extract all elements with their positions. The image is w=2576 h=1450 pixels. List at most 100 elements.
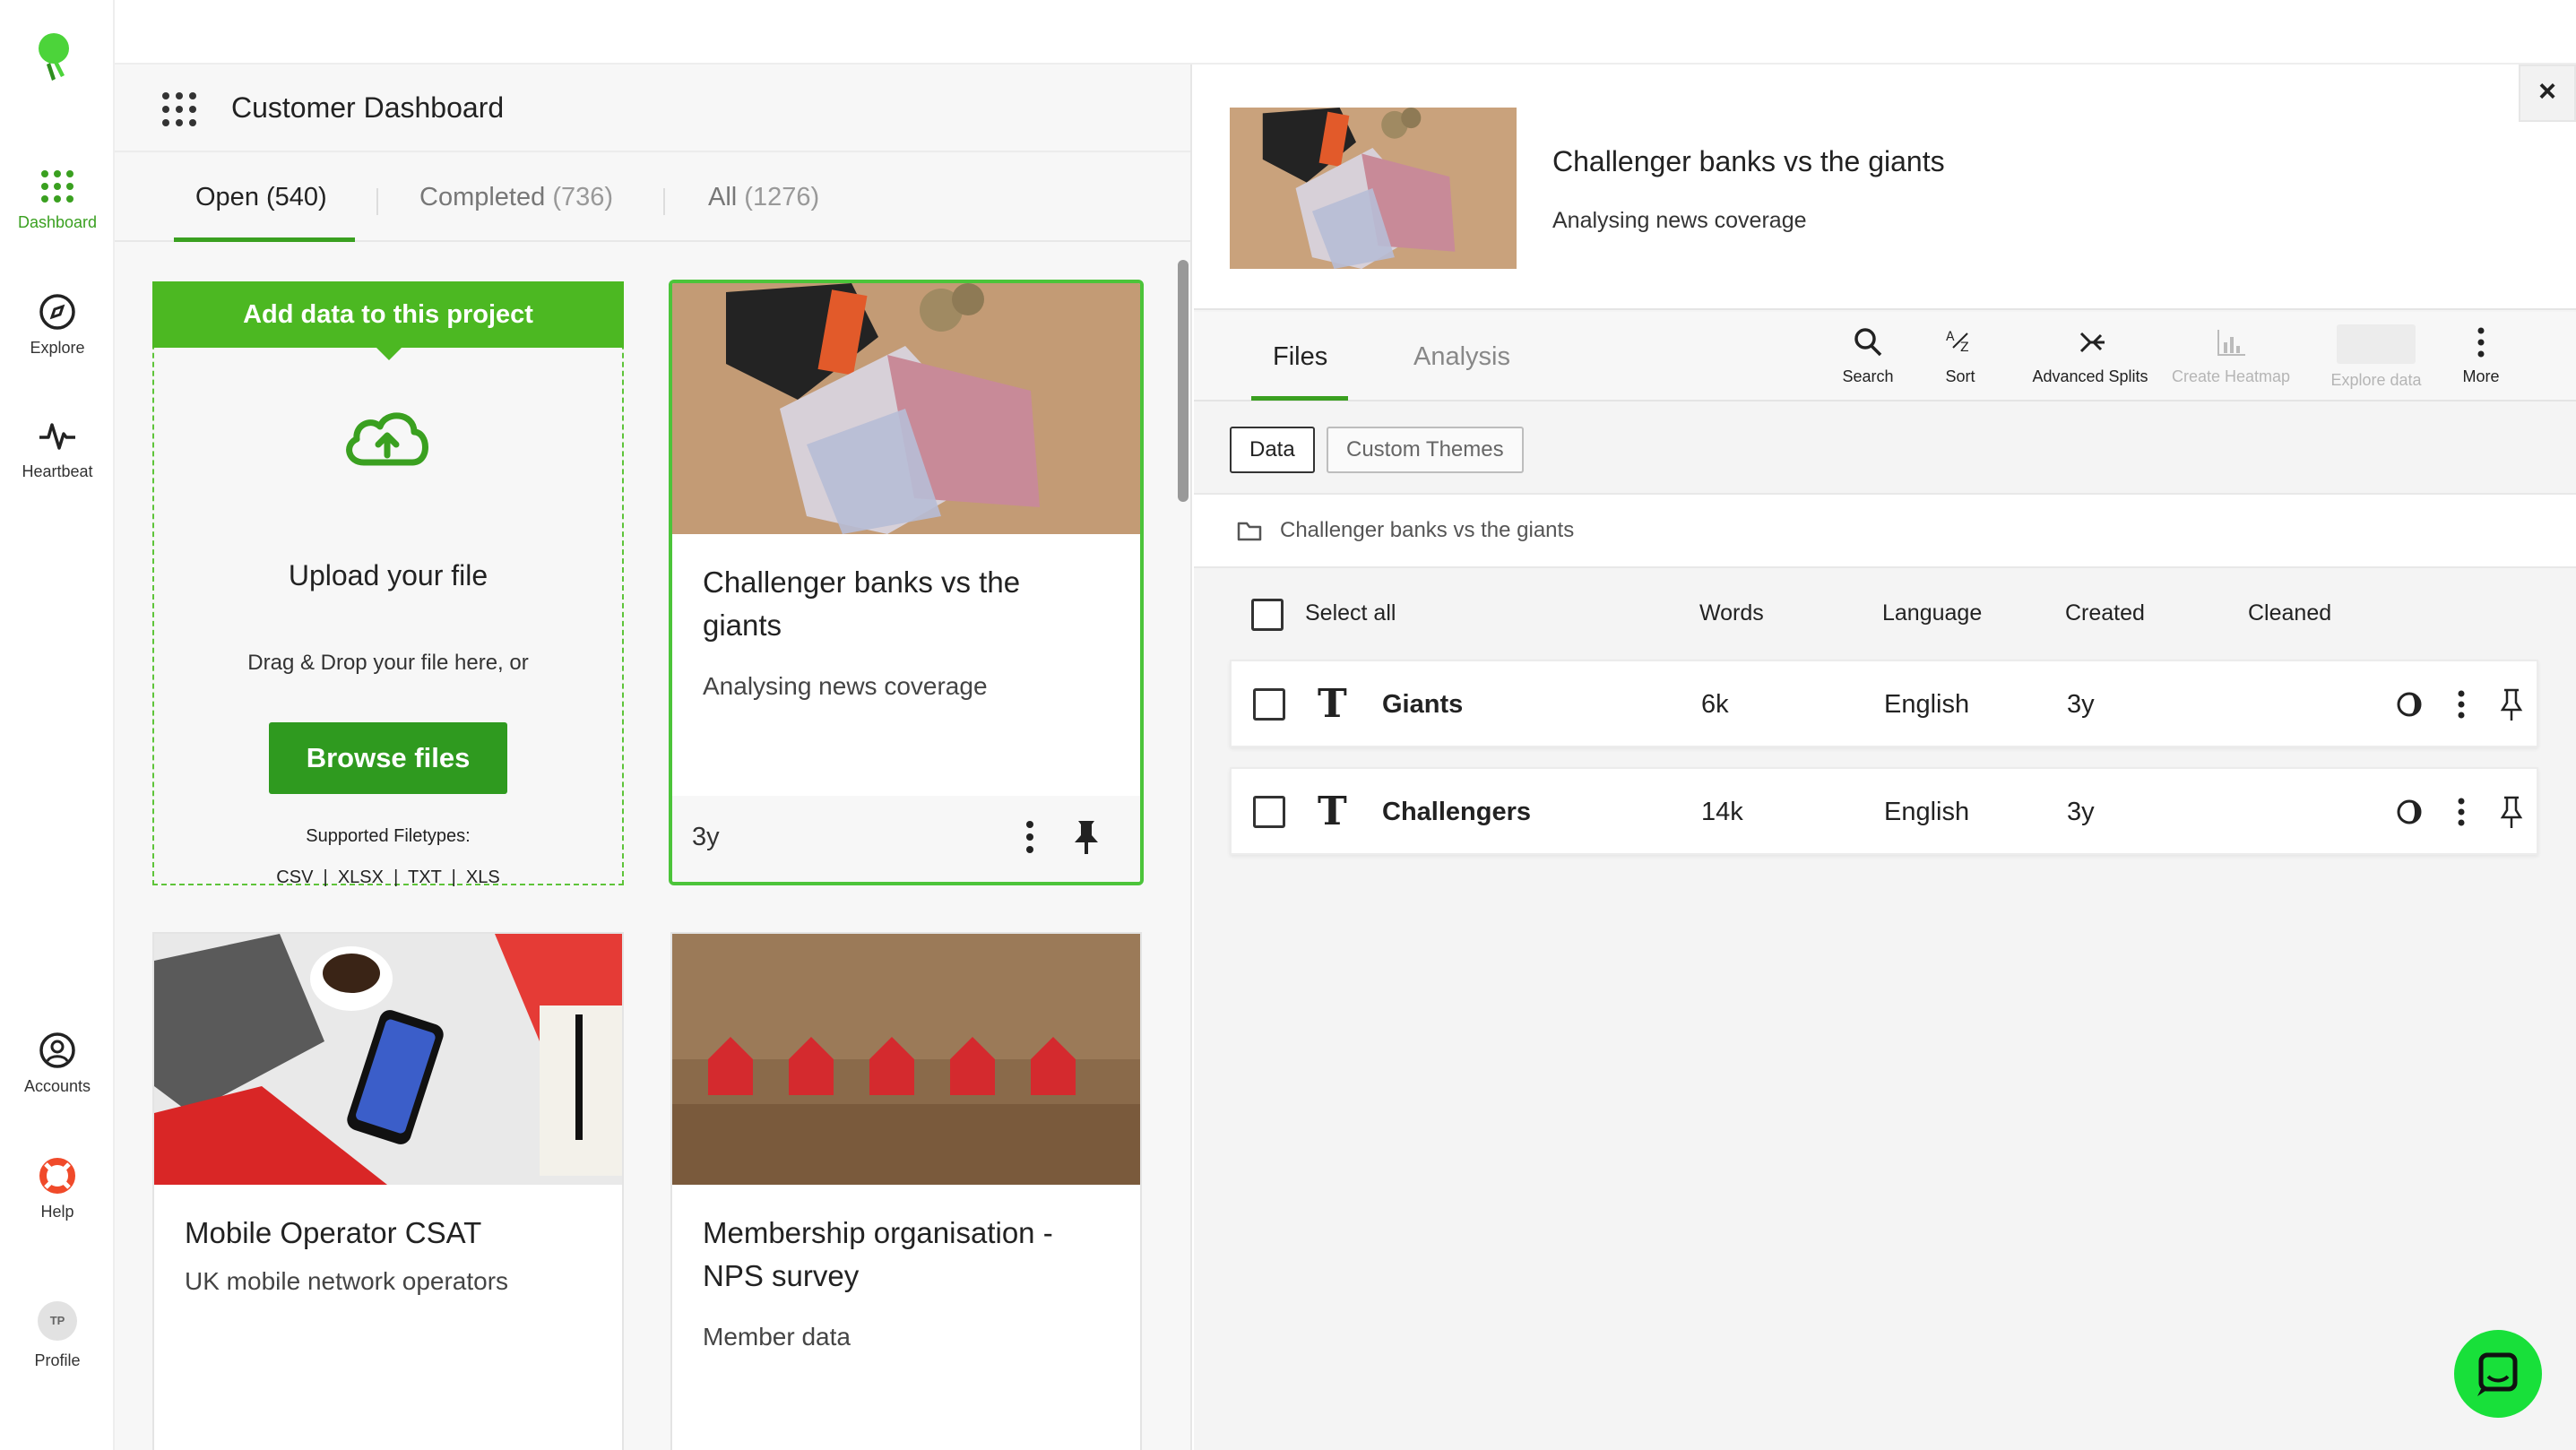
apps-grid-icon[interactable] xyxy=(160,90,199,129)
select-all-checkbox[interactable] xyxy=(1251,599,1284,631)
explore-data-tool[interactable]: Explore data xyxy=(2318,324,2434,390)
nav-accounts[interactable]: Accounts xyxy=(0,1031,115,1096)
card-image-houses xyxy=(672,934,1140,1185)
tab-divider xyxy=(376,188,378,215)
tab-analysis[interactable]: Analysis xyxy=(1413,342,1510,372)
project-card[interactable]: Mobile Operator CSAT UK mobile network o… xyxy=(152,932,624,1450)
card-title: Membership organisation - NPS survey xyxy=(703,1212,1053,1298)
browse-files-button[interactable]: Browse files xyxy=(269,722,507,794)
card-title: Challenger banks vs the giants xyxy=(703,561,1020,647)
explore-data-label: Explore data xyxy=(2330,371,2422,389)
phone-photo xyxy=(154,934,622,1185)
pin-icon[interactable] xyxy=(1070,819,1102,855)
column-created[interactable]: Created xyxy=(2065,600,2145,626)
card-title-line: Mobile Operator CSAT xyxy=(185,1216,482,1249)
more-tool-label: More xyxy=(2462,367,2500,385)
more-tool[interactable]: More xyxy=(2454,324,2508,386)
project-detail-panel: Challenger banks vs the giants Analysing… xyxy=(1194,65,2576,1450)
column-cleaned[interactable]: Cleaned xyxy=(2248,600,2331,626)
card-age: 3y xyxy=(692,823,720,851)
scrollbar[interactable] xyxy=(1178,260,1189,502)
row-checkbox[interactable] xyxy=(1253,796,1285,828)
row-name[interactable]: Giants xyxy=(1382,690,1463,720)
detail-toolbar: Files Analysis Search A Z Sort Advanced … xyxy=(1194,312,2576,401)
upload-header: Add data to this project xyxy=(152,281,624,360)
search-icon xyxy=(1854,328,1882,357)
user-circle-icon xyxy=(39,1032,75,1068)
nav-explore-label: Explore xyxy=(30,339,85,357)
text-file-icon: T xyxy=(1318,789,1347,834)
column-select-all[interactable]: Select all xyxy=(1305,600,1396,626)
advanced-splits-tool[interactable]: Advanced Splits xyxy=(2018,324,2162,386)
row-language: English xyxy=(1884,798,1970,826)
close-button[interactable]: × xyxy=(2519,65,2576,122)
left-nav: Dashboard Explore Heartbeat Accounts Hel… xyxy=(0,0,115,1450)
compass-icon xyxy=(39,294,75,330)
row-name[interactable]: Challengers xyxy=(1382,798,1531,827)
table-row[interactable]: T Challengers 14k English 3y xyxy=(1230,767,2538,855)
cleaned-status-icon[interactable] xyxy=(2393,686,2425,722)
card-subtitle: Member data xyxy=(703,1323,851,1351)
breadcrumb: Challenger banks vs the giants xyxy=(1194,493,2576,568)
nav-profile-label: Profile xyxy=(34,1351,81,1369)
logo-icon[interactable] xyxy=(34,30,73,82)
upload-dropzone[interactable]: Add data to this project Upload your fil… xyxy=(152,281,624,887)
nav-profile[interactable]: TP Profile xyxy=(0,1301,115,1370)
svg-text:A: A xyxy=(1946,330,1955,344)
split-icon xyxy=(2079,332,2105,353)
pin-icon[interactable] xyxy=(2495,794,2528,830)
nav-explore[interactable]: Explore xyxy=(0,292,115,358)
tab-open-label: Open xyxy=(195,183,259,211)
tab-all-count: (1276) xyxy=(744,183,820,211)
nav-accounts-label: Accounts xyxy=(23,1077,91,1095)
kebab-menu-icon[interactable] xyxy=(2445,794,2477,830)
tab-completed-label: Completed xyxy=(419,183,546,211)
tab-files[interactable]: Files xyxy=(1273,342,1327,372)
row-created: 3y xyxy=(2067,690,2095,719)
breadcrumb-text[interactable]: Challenger banks vs the giants xyxy=(1280,518,1574,543)
pin-icon[interactable] xyxy=(2495,686,2528,722)
column-words[interactable]: Words xyxy=(1699,600,1764,626)
create-heatmap-tool[interactable]: Create Heatmap xyxy=(2164,324,2298,386)
row-checkbox[interactable] xyxy=(1253,688,1285,721)
row-words: 6k xyxy=(1701,690,1729,719)
folder-icon xyxy=(1237,522,1262,541)
filetypes-list: CSV | XLSX | TXT | XLS xyxy=(276,867,500,887)
detail-subtitle: Analysing news coverage xyxy=(1552,208,1807,233)
money-photo xyxy=(1230,108,1517,269)
tab-completed[interactable]: Completed (736) xyxy=(419,183,613,212)
svg-text:Z: Z xyxy=(1960,341,1969,355)
nav-heartbeat[interactable]: Heartbeat xyxy=(0,416,115,481)
tab-open[interactable]: Open (540) xyxy=(195,183,327,212)
project-header: Customer Dashboard xyxy=(115,65,1190,152)
sort-tool[interactable]: A Z Sort xyxy=(1929,324,1992,386)
nav-dashboard-label: Dashboard xyxy=(17,213,98,231)
kebab-menu-icon[interactable] xyxy=(2445,686,2477,722)
project-card[interactable]: Membership organisation - NPS survey Mem… xyxy=(670,932,1142,1450)
kebab-menu-icon[interactable] xyxy=(1016,817,1043,857)
cleaned-status-icon[interactable] xyxy=(2393,794,2425,830)
tab-all[interactable]: All (1276) xyxy=(708,183,819,212)
avatar-initials: TP xyxy=(49,1314,65,1327)
money-photo xyxy=(672,283,1140,534)
nav-help-label: Help xyxy=(40,1203,74,1221)
detail-header: Challenger banks vs the giants Analysing… xyxy=(1194,65,2576,310)
page-title: Customer Dashboard xyxy=(231,91,505,124)
table-row[interactable]: T Giants 6k English 3y xyxy=(1230,660,2538,747)
nav-dashboard[interactable]: Dashboard xyxy=(0,167,115,232)
chat-launcher-button[interactable] xyxy=(2454,1330,2542,1418)
project-card-selected[interactable]: Challenger banks vs the giants Analysing… xyxy=(669,280,1144,885)
detail-thumbnail xyxy=(1230,108,1517,269)
segment-data[interactable]: Data xyxy=(1230,427,1315,473)
card-title-line: NPS survey xyxy=(703,1259,860,1292)
heatmap-icon xyxy=(2217,330,2245,356)
tab-completed-count: (736) xyxy=(552,183,614,211)
text-file-icon: T xyxy=(1318,681,1347,727)
top-bar xyxy=(115,0,2576,65)
search-tool[interactable]: Search xyxy=(1832,324,1904,386)
segment-custom-themes[interactable]: Custom Themes xyxy=(1327,427,1524,473)
nav-help[interactable]: Help xyxy=(0,1156,115,1221)
sort-az-icon: A Z xyxy=(1946,330,1969,355)
column-language[interactable]: Language xyxy=(1882,600,1982,626)
card-image-phone xyxy=(154,934,622,1185)
